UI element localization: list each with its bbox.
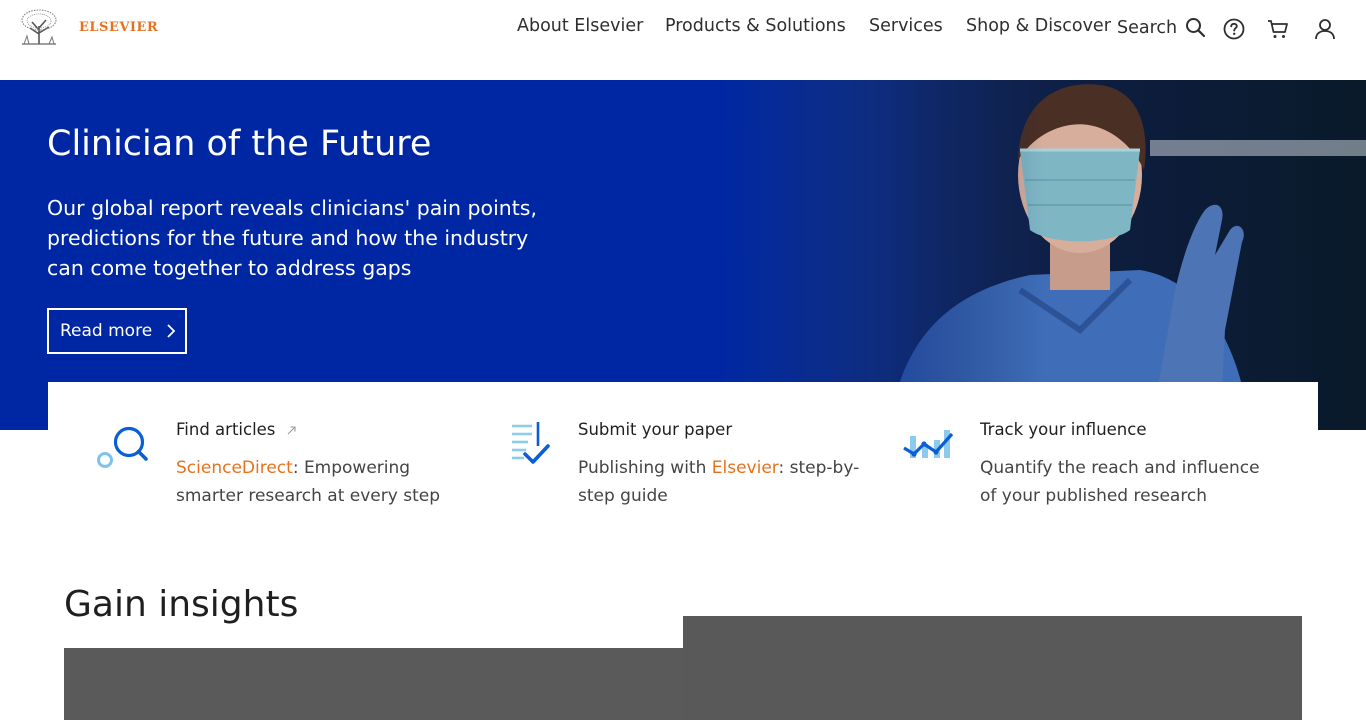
external-link-icon (287, 426, 296, 435)
nav-services[interactable]: Services (869, 16, 943, 40)
search-button[interactable]: Search (1117, 17, 1206, 38)
nav-shop-discover[interactable]: Shop & Discover (966, 16, 1111, 40)
card-title: Find articles (176, 420, 296, 439)
card-description: Publishing with Elsevier: step-by-step g… (578, 458, 860, 506)
cart-icon[interactable] (1266, 17, 1290, 41)
user-icon[interactable] (1313, 17, 1337, 41)
hero-banner: Clinician of the Future Our global repor… (0, 80, 1366, 430)
nav-products-solutions[interactable]: Products & Solutions (665, 16, 846, 40)
hero-title: Clinician of the Future (47, 124, 432, 164)
read-more-button[interactable]: Read more (47, 308, 187, 354)
card-description: ScienceDirect: Empowering smarter resear… (176, 458, 440, 506)
elsevier-link[interactable]: Elsevier (712, 458, 779, 478)
logo-text: ELSEVIER (79, 19, 159, 35)
document-check-icon (512, 422, 550, 464)
elsevier-logo[interactable]: ELSEVIER (18, 8, 158, 46)
insight-tile-right[interactable] (683, 616, 1302, 720)
magnifier-icon (97, 426, 148, 468)
sciencedirect-link[interactable]: ScienceDirect (176, 458, 293, 478)
chevron-right-icon (167, 324, 176, 338)
hero-description: Our global report reveals clinicians' pa… (47, 196, 537, 280)
site-header: ELSEVIER About Elsevier Products & Solut… (0, 0, 1366, 80)
search-label: Search (1117, 17, 1178, 38)
quick-links-panel: Find articles ScienceDirect: Empowering … (48, 382, 1318, 532)
read-more-label: Read more (60, 321, 153, 341)
trend-chart-icon (903, 430, 954, 458)
insight-tile-left[interactable] (64, 648, 683, 720)
help-icon[interactable] (1222, 17, 1246, 41)
card-submit-paper[interactable]: Submit your paper Publishing with Elsevi… (498, 382, 878, 532)
search-icon (1186, 18, 1206, 38)
tree-logo-icon (18, 8, 60, 46)
card-find-articles[interactable]: Find articles ScienceDirect: Empowering … (96, 382, 476, 532)
card-title: Track your influence (980, 420, 1147, 439)
hero-clinician-image (720, 80, 1366, 430)
card-title: Submit your paper (578, 420, 733, 439)
gain-insights-heading: Gain insights (64, 584, 299, 625)
card-description: Quantify the reach and influence of your… (980, 458, 1260, 506)
card-track-influence[interactable]: Track your influence Quantify the reach … (900, 382, 1280, 532)
nav-about-elsevier[interactable]: About Elsevier (517, 16, 643, 40)
